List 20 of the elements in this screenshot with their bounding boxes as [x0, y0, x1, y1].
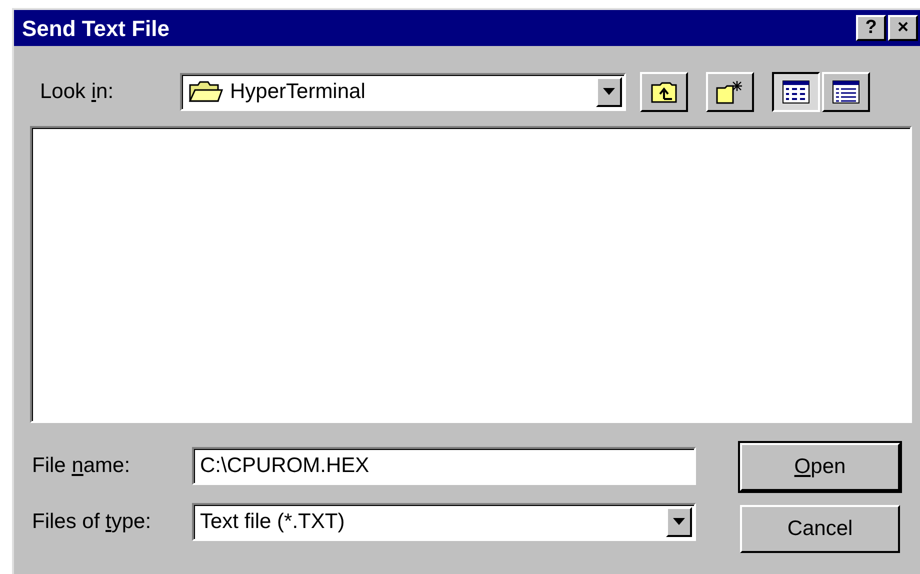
list-view-button[interactable]	[772, 72, 820, 112]
close-button[interactable]: ×	[888, 15, 918, 41]
new-folder-icon	[715, 79, 745, 105]
help-button[interactable]: ?	[856, 15, 886, 41]
list-view-icon	[782, 80, 810, 104]
file-name-field[interactable]: C:\CPUROM.HEX	[192, 447, 696, 485]
folder-icon	[188, 79, 224, 105]
up-folder-icon	[650, 80, 678, 104]
file-type-dropdown[interactable]: Text file (*.TXT)	[192, 503, 696, 541]
file-type-label: Files of type:	[32, 509, 152, 536]
details-view-button[interactable]	[822, 72, 870, 112]
file-name-label: File name:	[32, 453, 132, 480]
new-folder-button[interactable]	[706, 72, 754, 112]
window-title: Send Text File	[22, 14, 171, 42]
look-in-label: Look in:	[40, 79, 115, 106]
details-view-icon	[832, 80, 860, 104]
cancel-button[interactable]: Cancel	[740, 505, 900, 553]
up-folder-button[interactable]	[640, 72, 688, 112]
look-in-dropdown[interactable]: HyperTerminal	[180, 73, 626, 111]
open-button[interactable]: Open	[740, 443, 900, 491]
